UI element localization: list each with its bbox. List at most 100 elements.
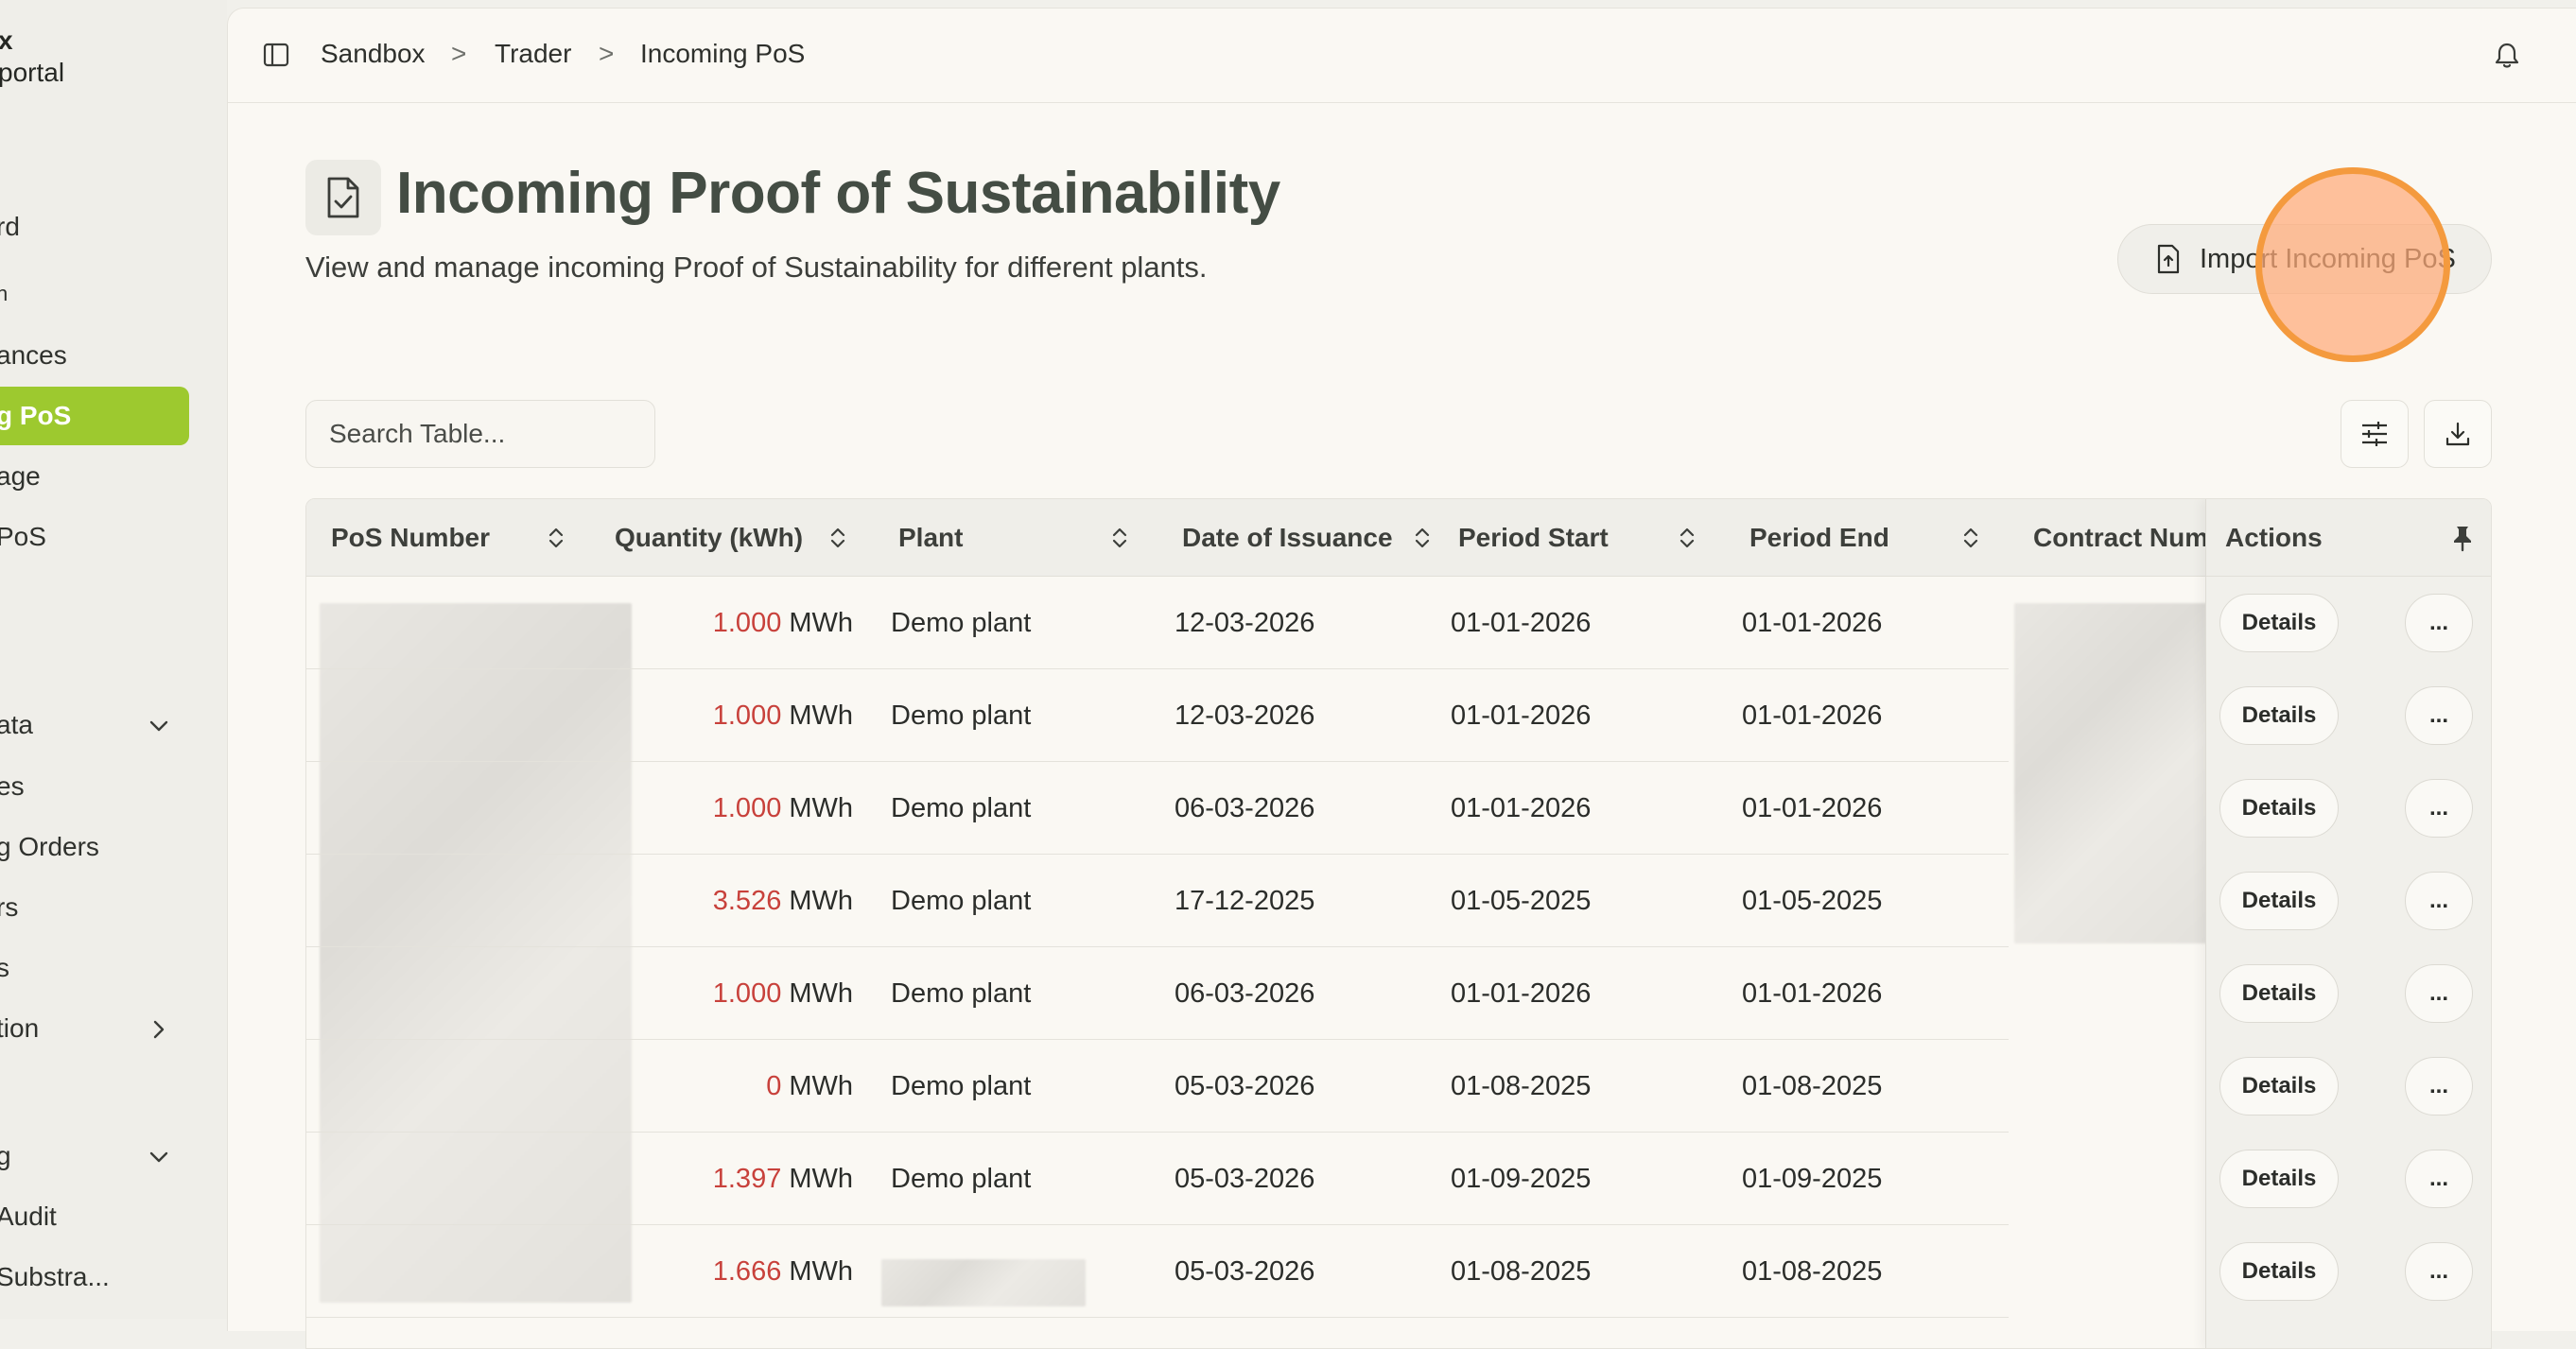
quantity-unit: MWh: [789, 792, 853, 823]
sidebar-toggle-icon[interactable]: [262, 41, 290, 69]
bell-icon[interactable]: [2492, 41, 2522, 71]
actions-column: Actions Details ... Details ... Details …: [2205, 499, 2491, 1348]
column-header-period-start[interactable]: Period Start: [1458, 499, 1609, 577]
plant-cell: Demo plant: [891, 700, 1032, 731]
column-header-pos-number[interactable]: PoS Number: [331, 499, 490, 577]
details-button[interactable]: Details: [2219, 779, 2339, 838]
plant-cell: Demo plant: [891, 1070, 1032, 1101]
period-start-cell: 01-01-2026: [1451, 607, 1592, 638]
quantity-cell: 3.526 MWh: [618, 855, 853, 947]
column-header-contract-number[interactable]: Contract Num: [2033, 499, 2208, 577]
sidebar-item-storage[interactable]: age: [0, 449, 189, 504]
more-actions-button[interactable]: ...: [2405, 872, 2473, 930]
quantity-value: 1.666: [712, 1255, 782, 1287]
pin-icon[interactable]: [2448, 524, 2477, 552]
issuance-cell: 12-03-2026: [1175, 700, 1315, 731]
column-settings-button[interactable]: [2341, 400, 2409, 468]
sidebar-item-label: n: [0, 282, 9, 305]
document-check-icon: [305, 160, 381, 235]
table-row[interactable]: 1.000 MWh Demo plant 06-03-2026 01-01-202…: [306, 947, 2491, 1040]
sort-icon[interactable]: [543, 525, 569, 551]
period-end-cell: 01-01-2026: [1742, 607, 1883, 638]
page-title: Incoming Proof of Sustainability: [396, 161, 1280, 226]
breadcrumb-trader[interactable]: Trader: [495, 39, 571, 69]
column-header-date-of-issuance[interactable]: Date of Issuance: [1182, 499, 1393, 577]
details-button[interactable]: Details: [2219, 1150, 2339, 1208]
chevron-down-icon[interactable]: [142, 1140, 176, 1174]
quantity-unit: MWh: [789, 1255, 853, 1287]
period-start-cell: 01-08-2025: [1451, 1070, 1592, 1101]
table-row[interactable]: 1.000 MWh Demo plant 06-03-2026 01-01-202…: [306, 762, 2491, 855]
more-actions-button[interactable]: ...: [2405, 779, 2473, 838]
details-button[interactable]: Details: [2219, 594, 2339, 652]
column-header-plant[interactable]: Plant: [898, 499, 963, 577]
period-start-cell: 01-05-2025: [1451, 885, 1592, 916]
sidebar-item-types[interactable]: es: [0, 759, 189, 814]
column-header-period-end[interactable]: Period End: [1749, 499, 1889, 577]
sort-icon[interactable]: [1106, 525, 1133, 551]
breadcrumb-sandbox[interactable]: Sandbox: [321, 39, 426, 69]
sort-icon[interactable]: [1958, 525, 1984, 551]
quantity-unit: MWh: [789, 1163, 853, 1194]
brand-line-2: portal: [0, 58, 65, 87]
table-row[interactable]: 1.666 MWh 05-03-2026 01-08-2025 01-08-202…: [306, 1225, 2491, 1318]
plant-cell: Demo plant: [891, 885, 1032, 916]
sidebar-item-orders[interactable]: g Orders: [0, 820, 189, 874]
actions-header: Actions: [2206, 499, 2491, 577]
details-button[interactable]: Details: [2219, 1057, 2339, 1116]
sidebar-item-balances[interactable]: ances: [0, 328, 189, 383]
quantity-unit: MWh: [789, 1070, 853, 1101]
sidebar-item-label: ata: [0, 710, 33, 739]
more-actions-button[interactable]: ...: [2405, 1150, 2473, 1208]
sidebar-item-label: Audit: [0, 1202, 57, 1231]
period-end-cell: 01-01-2026: [1742, 700, 1883, 731]
more-actions-button[interactable]: ...: [2405, 1242, 2473, 1301]
sidebar-item-s[interactable]: s: [0, 941, 189, 995]
search-input[interactable]: [305, 400, 655, 468]
table-row[interactable]: 3.526 MWh Demo plant 17-12-2025 01-05-202…: [306, 855, 2491, 947]
sidebar-item-label: ances: [0, 340, 67, 370]
sidebar-item-label: PoS: [0, 522, 46, 551]
plant-cell: Demo plant: [891, 1163, 1032, 1194]
issuance-cell: 12-03-2026: [1175, 607, 1315, 638]
details-button[interactable]: Details: [2219, 964, 2339, 1023]
sort-icon[interactable]: [1409, 525, 1436, 551]
more-actions-button[interactable]: ...: [2405, 686, 2473, 745]
sidebar-item-label: es: [0, 771, 25, 801]
details-button[interactable]: Details: [2219, 1242, 2339, 1301]
more-actions-button[interactable]: ...: [2405, 594, 2473, 652]
details-button[interactable]: Details: [2219, 872, 2339, 930]
sidebar-item-audit[interactable]: Audit: [0, 1189, 189, 1244]
table-row[interactable]: 1.000 MWh Demo plant 12-03-2026 01-01-202…: [306, 669, 2491, 762]
column-header-quantity[interactable]: Quantity (kWh): [615, 499, 803, 577]
table-row[interactable]: 1.397 MWh Demo plant 05-03-2026 01-09-202…: [306, 1133, 2491, 1225]
sidebar-item-label: tion: [0, 1013, 40, 1043]
table-row[interactable]: 0 MWh Demo plant 05-03-2026 01-08-2025 01…: [306, 1040, 2491, 1133]
download-button[interactable]: [2424, 400, 2492, 468]
period-start-cell: 01-01-2026: [1451, 977, 1592, 1009]
issuance-cell: 05-03-2026: [1175, 1070, 1315, 1101]
more-actions-button[interactable]: ...: [2405, 1057, 2473, 1116]
issuance-cell: 05-03-2026: [1175, 1163, 1315, 1194]
sidebar-item-incoming-pos[interactable]: g PoS: [0, 387, 189, 445]
more-actions-button[interactable]: ...: [2405, 964, 2473, 1023]
import-incoming-pos-button[interactable]: Import Incoming PoS: [2117, 224, 2492, 294]
sidebar-item-dashboard[interactable]: rd: [0, 199, 189, 254]
period-start-cell: 01-09-2025: [1451, 1163, 1592, 1194]
period-end-cell: 01-05-2025: [1742, 885, 1883, 916]
quantity-cell: 1.000 MWh: [618, 762, 853, 855]
sort-icon[interactable]: [1674, 525, 1700, 551]
details-button[interactable]: Details: [2219, 686, 2339, 745]
sidebar-item-section[interactable]: n: [0, 267, 189, 321]
chevron-down-icon[interactable]: [142, 709, 176, 743]
chevron-right-icon[interactable]: [142, 1012, 176, 1046]
sidebar-item-substrates[interactable]: Substra...: [0, 1250, 189, 1305]
sidebar-item-partners[interactable]: rs: [0, 880, 189, 935]
period-start-cell: 01-01-2026: [1451, 792, 1592, 823]
quantity-unit: MWh: [789, 977, 853, 1009]
sort-icon[interactable]: [825, 525, 851, 551]
breadcrumb-separator: >: [599, 39, 615, 68]
sidebar-item-outgoing-pos[interactable]: PoS: [0, 510, 189, 564]
sidebar-item-label: rd: [0, 212, 20, 241]
table-row[interactable]: 1.000 MWh Demo plant 12-03-2026 01-01-202…: [306, 577, 2491, 669]
